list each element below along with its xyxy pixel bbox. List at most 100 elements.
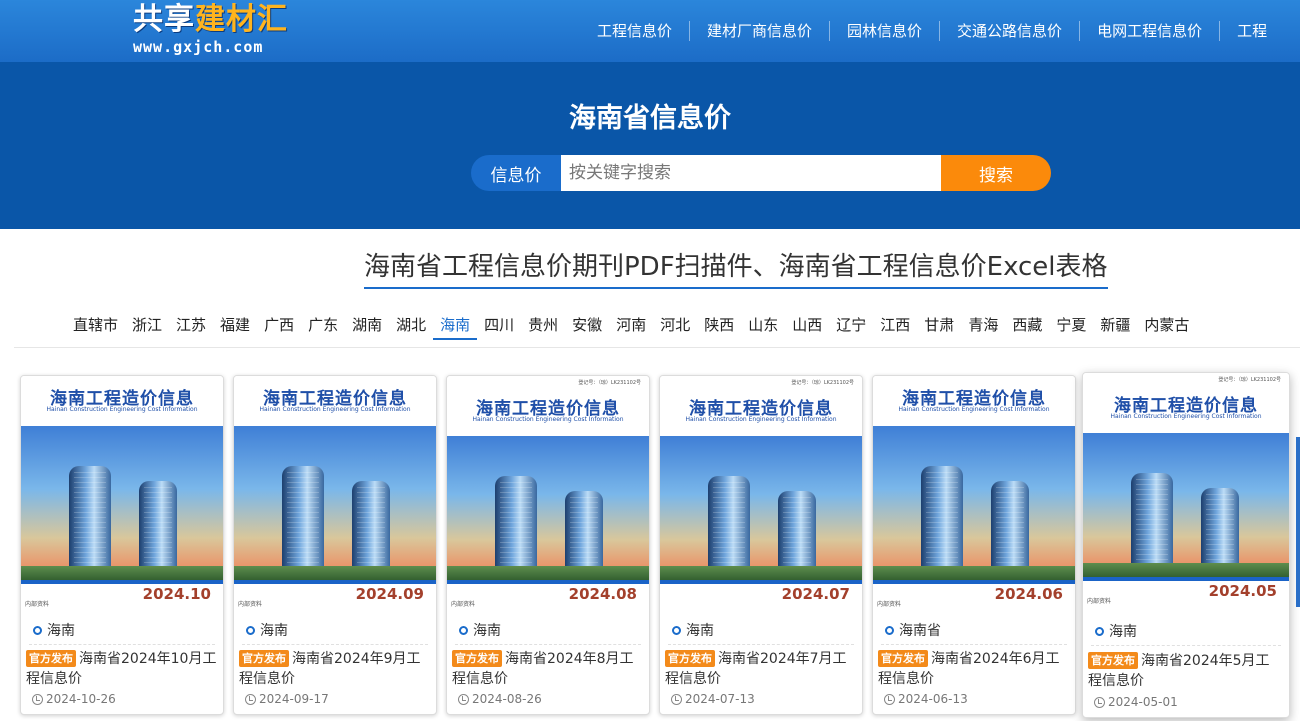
publication-card[interactable]: 登记号：（琼）LK231102号 海南工程造价信息 Hainan Constru… xyxy=(446,375,650,715)
nav-item-grid-price[interactable]: 电网工程信息价 xyxy=(1080,21,1221,41)
province-tab[interactable]: 内蒙古 xyxy=(1137,314,1196,340)
card-title[interactable]: 官方发布 海南省2024年9月工程信息价 xyxy=(239,649,430,689)
building-graphic xyxy=(282,466,324,566)
card-title[interactable]: 官方发布 海南省2024年6月工程信息价 xyxy=(878,649,1069,689)
cover-image[interactable]: 海南工程造价信息 Hainan Construction Engineering… xyxy=(873,376,1075,612)
province-tab[interactable]: 山西 xyxy=(785,314,829,340)
province-tab[interactable]: 湖北 xyxy=(389,314,433,340)
publish-date-text: 2024-07-13 xyxy=(685,692,755,706)
cover-sky xyxy=(21,426,223,566)
building-graphic xyxy=(565,491,603,566)
cover-stripe xyxy=(234,580,436,584)
publication-card[interactable]: 海南工程造价信息 Hainan Construction Engineering… xyxy=(20,375,224,715)
publish-date-text: 2024-10-26 xyxy=(46,692,116,706)
publication-card[interactable]: 登记号：（琼）LK231102号 海南工程造价信息 Hainan Constru… xyxy=(1082,372,1290,718)
site-logo[interactable]: 共享建材汇 www.gxjch.com xyxy=(133,2,313,58)
official-badge: 官方发布 xyxy=(665,650,715,667)
clock-icon xyxy=(1094,696,1105,708)
province-tab[interactable]: 广西 xyxy=(257,314,301,340)
location-dot-icon xyxy=(672,625,681,635)
search-bar: 信息价 搜索 xyxy=(471,155,1051,191)
divider xyxy=(668,644,854,645)
cover-image[interactable]: 登记号：（琼）LK231102号 海南工程造价信息 Hainan Constru… xyxy=(447,376,649,612)
province-tab[interactable]: 辽宁 xyxy=(829,314,873,340)
publication-card[interactable]: 海南工程造价信息 Hainan Construction Engineering… xyxy=(233,375,437,715)
card-title[interactable]: 官方发布 海南省2024年5月工程信息价 xyxy=(1088,651,1283,691)
province-tab[interactable]: 湖南 xyxy=(345,314,389,340)
cover-subtitle: Hainan Construction Engineering Cost Inf… xyxy=(259,406,411,413)
province-tab[interactable]: 青海 xyxy=(961,314,1005,340)
publish-date: 2024-08-26 xyxy=(458,692,542,706)
card-title[interactable]: 官方发布 海南省2024年8月工程信息价 xyxy=(452,649,643,689)
publish-date: 2024-06-13 xyxy=(884,692,968,706)
cover-subtitle: Hainan Construction Engineering Cost Inf… xyxy=(472,416,624,423)
province-tab[interactable]: 甘肃 xyxy=(917,314,961,340)
province-tab[interactable]: 四川 xyxy=(477,314,521,340)
cover-stripe xyxy=(660,580,862,584)
province-tab[interactable]: 安徽 xyxy=(565,314,609,340)
clock-icon xyxy=(458,693,469,705)
cover-subtitle: Hainan Construction Engineering Cost Inf… xyxy=(898,406,1050,413)
section-title: 海南省工程信息价期刊PDF扫描件、海南省工程信息价Excel表格 xyxy=(364,246,1108,289)
building-graphic xyxy=(495,476,537,566)
region-label: 海南 xyxy=(1095,621,1137,641)
publication-card[interactable]: 登记号：（琼）LK231102号 海南工程造价信息 Hainan Constru… xyxy=(659,375,863,715)
province-tab[interactable]: 江苏 xyxy=(169,314,213,340)
nav-item-landscape-price[interactable]: 园林信息价 xyxy=(830,21,941,41)
province-tab[interactable]: 福建 xyxy=(213,314,257,340)
publication-list: 海南工程造价信息 Hainan Construction Engineering… xyxy=(0,372,1300,721)
logo-url: www.gxjch.com xyxy=(133,38,264,56)
publish-date: 2024-05-01 xyxy=(1094,695,1178,709)
province-tab[interactable]: 山东 xyxy=(741,314,785,340)
province-tab[interactable]: 西藏 xyxy=(1005,314,1049,340)
province-tab[interactable]: 浙江 xyxy=(125,314,169,340)
cover-note: 内部资料 xyxy=(25,601,50,608)
province-tab[interactable]: 宁夏 xyxy=(1049,314,1093,340)
cover-note: 内部资料 xyxy=(451,601,476,608)
card-title[interactable]: 官方发布 海南省2024年10月工程信息价 xyxy=(26,649,217,689)
nav-item-more[interactable]: 工程 xyxy=(1220,21,1284,41)
cover-image[interactable]: 登记号：（琼）LK231102号 海南工程造价信息 Hainan Constru… xyxy=(660,376,862,612)
cover-image[interactable]: 海南工程造价信息 Hainan Construction Engineering… xyxy=(21,376,223,612)
building-graphic xyxy=(69,466,111,566)
province-tab[interactable]: 陕西 xyxy=(697,314,741,340)
cover-sky xyxy=(234,426,436,566)
region-label: 海南 xyxy=(459,620,501,640)
search-input[interactable] xyxy=(561,155,941,191)
search-button[interactable]: 搜索 xyxy=(941,155,1051,191)
province-tab[interactable]: 贵州 xyxy=(521,314,565,340)
province-tab[interactable]: 河南 xyxy=(609,314,653,340)
province-tab[interactable]: 直辖市 xyxy=(66,314,125,340)
search-type-selector[interactable]: 信息价 xyxy=(471,155,561,191)
publish-date-text: 2024-09-17 xyxy=(259,692,329,706)
nav-item-highway-price[interactable]: 交通公路信息价 xyxy=(940,21,1081,41)
nav-item-manufacturer-price[interactable]: 建材厂商信息价 xyxy=(690,21,831,41)
region-label: 海南 xyxy=(33,620,75,640)
cover-note: 内部资料 xyxy=(877,601,902,608)
province-tab[interactable]: 广东 xyxy=(301,314,345,340)
publication-card[interactable]: 海南工程造价信息 Hainan Construction Engineering… xyxy=(872,375,1076,715)
cover-stripe xyxy=(1083,577,1289,581)
cover-issue: 2024.05 xyxy=(1208,582,1277,600)
official-badge: 官方发布 xyxy=(239,650,289,667)
card-title[interactable]: 官方发布 海南省2024年7月工程信息价 xyxy=(665,649,856,689)
province-tab[interactable]: 河北 xyxy=(653,314,697,340)
cover-issue: 2024.10 xyxy=(142,585,211,603)
clock-icon xyxy=(245,693,256,705)
publish-date: 2024-10-26 xyxy=(32,692,116,706)
logo-text-part2: 建材汇 xyxy=(195,2,288,37)
location-dot-icon xyxy=(246,625,255,635)
province-tab[interactable]: 新疆 xyxy=(1093,314,1137,340)
cover-note: 内部资料 xyxy=(238,601,263,608)
publish-date-text: 2024-05-01 xyxy=(1108,695,1178,709)
province-tab[interactable]: 江西 xyxy=(873,314,917,340)
next-card-edge xyxy=(1296,437,1300,607)
publish-date-text: 2024-06-13 xyxy=(898,692,968,706)
province-tab[interactable]: 海南 xyxy=(433,314,478,340)
cover-image[interactable]: 海南工程造价信息 Hainan Construction Engineering… xyxy=(234,376,436,612)
cover-issue: 2024.09 xyxy=(355,585,424,603)
cover-sky xyxy=(873,426,1075,566)
nav-item-engineering-price[interactable]: 工程信息价 xyxy=(580,21,691,41)
cover-image[interactable]: 登记号：（琼）LK231102号 海南工程造价信息 Hainan Constru… xyxy=(1083,373,1289,609)
cover-subtitle: Hainan Construction Engineering Cost Inf… xyxy=(46,406,198,413)
